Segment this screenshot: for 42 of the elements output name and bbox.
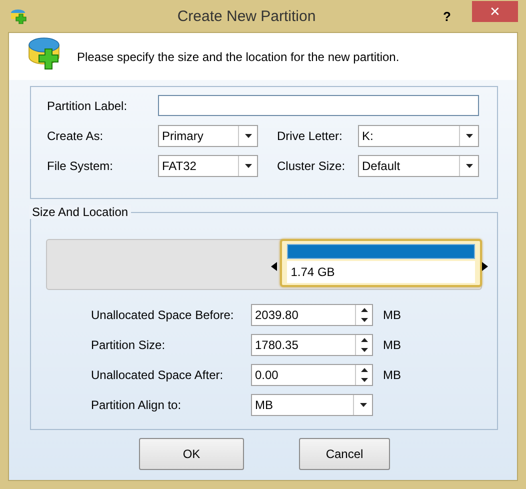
number-spinner[interactable]: 0.00	[251, 364, 373, 386]
caret-icon[interactable]	[244, 134, 252, 138]
caret-icon[interactable]	[244, 164, 252, 168]
up-arrow-icon[interactable]	[360, 368, 368, 372]
field-label: Partition Size:	[91, 338, 166, 352]
align-dropdown[interactable]: MB	[251, 394, 373, 416]
cluster-size-dropdown[interactable]: Default	[358, 154, 479, 176]
resize-handle-icon[interactable]	[270, 262, 277, 271]
caret-icon[interactable]	[466, 134, 472, 138]
field-label: Partition Align to:	[91, 398, 182, 412]
help-button[interactable]: ?	[435, 8, 459, 24]
number-spinner[interactable]: 2039.80	[251, 304, 373, 326]
down-arrow-icon[interactable]	[360, 378, 368, 382]
unit-label: MB	[383, 338, 401, 352]
down-arrow-icon[interactable]	[360, 348, 368, 352]
instruction-text: Please specify the size and the location for the new partition.	[77, 50, 400, 64]
partition-block[interactable]: 1.74 GB	[280, 239, 482, 287]
down-arrow-icon[interactable]	[360, 318, 368, 322]
drive-letter-dropdown[interactable]: K:	[358, 124, 479, 146]
disk-plus-icon	[10, 8, 28, 24]
up-arrow-icon[interactable]	[360, 308, 368, 312]
field-label: File System:	[47, 158, 114, 172]
ok-button[interactable]: OK	[139, 438, 244, 470]
file-system-dropdown[interactable]: FAT32	[158, 154, 258, 176]
unit-label: MB	[383, 308, 401, 322]
cancel-button[interactable]: Cancel	[299, 438, 390, 470]
caret-icon[interactable]	[360, 403, 366, 407]
field-label: Create As:	[47, 128, 104, 142]
field-label: Partition Label:	[47, 98, 128, 112]
caret-icon[interactable]	[466, 164, 472, 168]
field-label: Unallocated Space Before:	[91, 308, 235, 322]
unit-label: MB	[383, 368, 401, 382]
field-label: Drive Letter:	[277, 128, 344, 142]
field-label: Cluster Size:	[277, 158, 346, 172]
field-label: Unallocated Space After:	[91, 368, 224, 382]
window-title: Create New Partition	[177, 8, 316, 24]
partition-label-field[interactable]	[158, 95, 479, 116]
number-spinner[interactable]: 1780.35	[251, 334, 373, 356]
up-arrow-icon[interactable]	[360, 338, 368, 342]
create-as-dropdown[interactable]: Primary	[158, 124, 258, 146]
close-button[interactable]: ✕	[472, 0, 518, 22]
group-title: Size And Location	[29, 205, 132, 219]
